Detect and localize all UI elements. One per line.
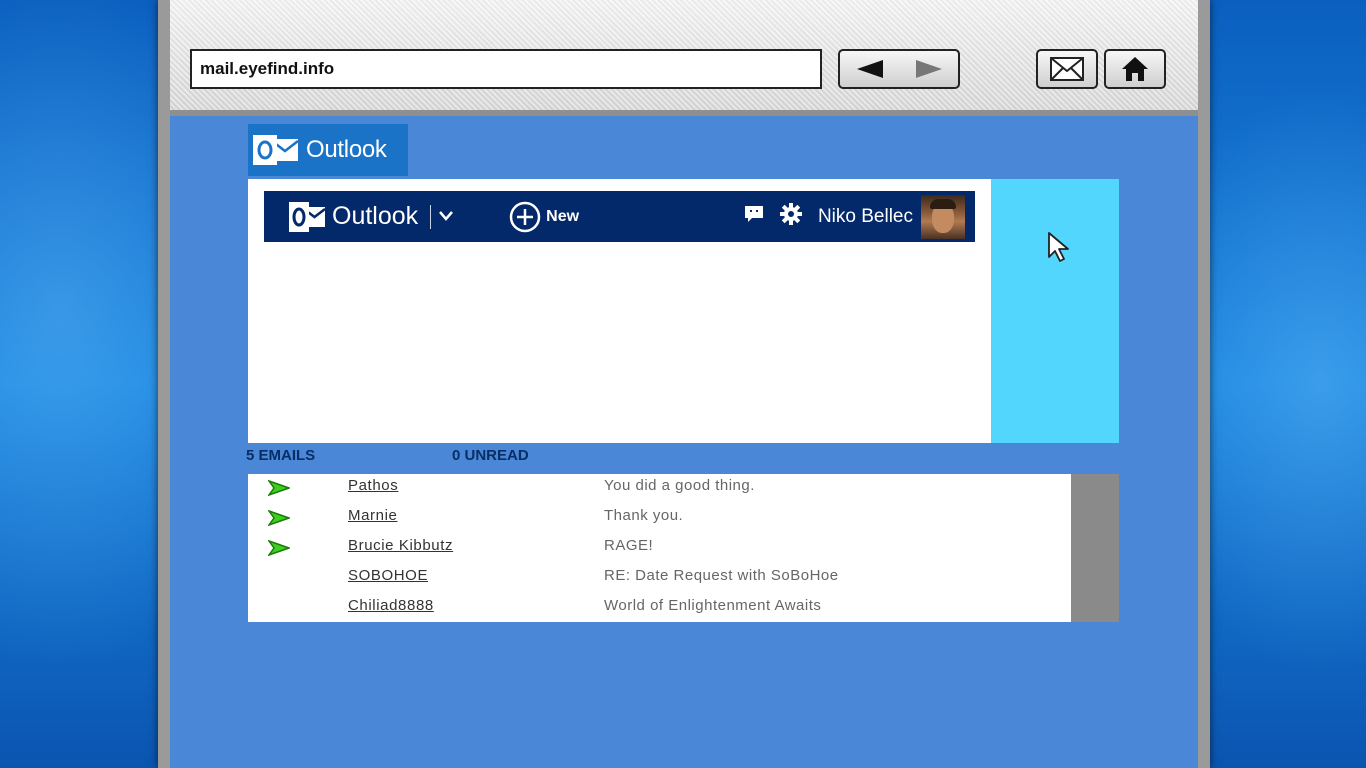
new-message-label: New (546, 207, 580, 225)
side-panel (991, 179, 1119, 443)
user-name[interactable]: Niko Bellec (818, 206, 913, 228)
outlook-icon (289, 201, 326, 232)
outlook-preview-panel: Outlook New Niko Bellec (248, 179, 991, 443)
logo-text: Outlook (306, 136, 387, 163)
browser-toolbar: mail.eyefind.info (170, 0, 1198, 116)
back-button[interactable] (856, 60, 883, 78)
email-list: Pathos You did a good thing. Marnie Than… (248, 474, 1071, 622)
settings-button[interactable] (779, 203, 802, 230)
site-logo[interactable]: Outlook (248, 124, 408, 176)
email-sender[interactable]: SOBOHOE (348, 567, 428, 584)
chat-icon (744, 206, 763, 222)
navigation-buttons (838, 49, 960, 89)
table-row[interactable]: SOBOHOE RE: Date Request with SoBoHoe (248, 564, 1071, 594)
chat-button[interactable] (744, 205, 764, 228)
table-row[interactable]: Marnie Thank you. (248, 504, 1071, 534)
plus-circle-icon (509, 201, 541, 232)
outlook-logo-icon (253, 135, 299, 165)
unread-arrow-icon (268, 480, 290, 496)
home-button[interactable] (1104, 49, 1166, 89)
unread-count: 0 UNREAD (452, 447, 529, 464)
email-subject: RAGE! (604, 537, 654, 554)
outlook-brand-label: Outlook (332, 202, 419, 230)
browser-frame: mail.eyefind.info Outlook Outlook New Ni… (170, 0, 1198, 768)
email-sender[interactable]: Marnie (348, 507, 397, 524)
page-content: Outlook Outlook New Niko Bellec 5 EMAILS… (170, 116, 1198, 768)
gear-icon (779, 203, 802, 225)
avatar[interactable] (921, 194, 965, 239)
chevron-down-icon (439, 210, 454, 221)
email-list-scrollbar[interactable] (1071, 474, 1119, 622)
envelope-icon (1050, 57, 1084, 81)
app-menu-dropdown[interactable] (439, 208, 454, 226)
header-divider (430, 204, 432, 229)
mail-counts: 5 EMAILS 0 UNREAD (246, 445, 846, 467)
email-sender[interactable]: Brucie Kibbutz (348, 537, 453, 554)
mouse-cursor-icon (1048, 232, 1069, 262)
address-bar[interactable]: mail.eyefind.info (190, 49, 822, 89)
arrow-left-icon (856, 60, 883, 78)
new-message-button[interactable]: New (509, 201, 579, 233)
table-row[interactable]: Pathos You did a good thing. (248, 474, 1071, 504)
email-subject: You did a good thing. (604, 477, 755, 494)
email-subject: Thank you. (604, 507, 684, 524)
unread-arrow-icon (268, 540, 290, 556)
table-row[interactable]: Chiliad8888 World of Enlightenment Await… (248, 594, 1071, 624)
unread-arrow-icon (268, 510, 290, 526)
table-row[interactable]: Brucie Kibbutz RAGE! (248, 534, 1071, 564)
email-count: 5 EMAILS (246, 447, 316, 464)
email-sender[interactable]: Pathos (348, 477, 398, 494)
browser-window: mail.eyefind.info Outlook Outlook New Ni… (158, 0, 1210, 768)
outlook-header: Outlook New Niko Bellec (264, 191, 975, 242)
mail-button[interactable] (1036, 49, 1098, 89)
email-subject: RE: Date Request with SoBoHoe (604, 567, 839, 584)
home-icon (1122, 57, 1148, 81)
outlook-brand[interactable]: Outlook (288, 199, 418, 235)
email-sender[interactable]: Chiliad8888 (348, 597, 434, 614)
header-right-group: Niko Bellec (744, 194, 975, 239)
arrow-right-icon (915, 60, 942, 78)
forward-button[interactable] (915, 60, 942, 78)
email-subject: World of Enlightenment Awaits (604, 597, 822, 614)
avatar-hair (930, 198, 956, 209)
